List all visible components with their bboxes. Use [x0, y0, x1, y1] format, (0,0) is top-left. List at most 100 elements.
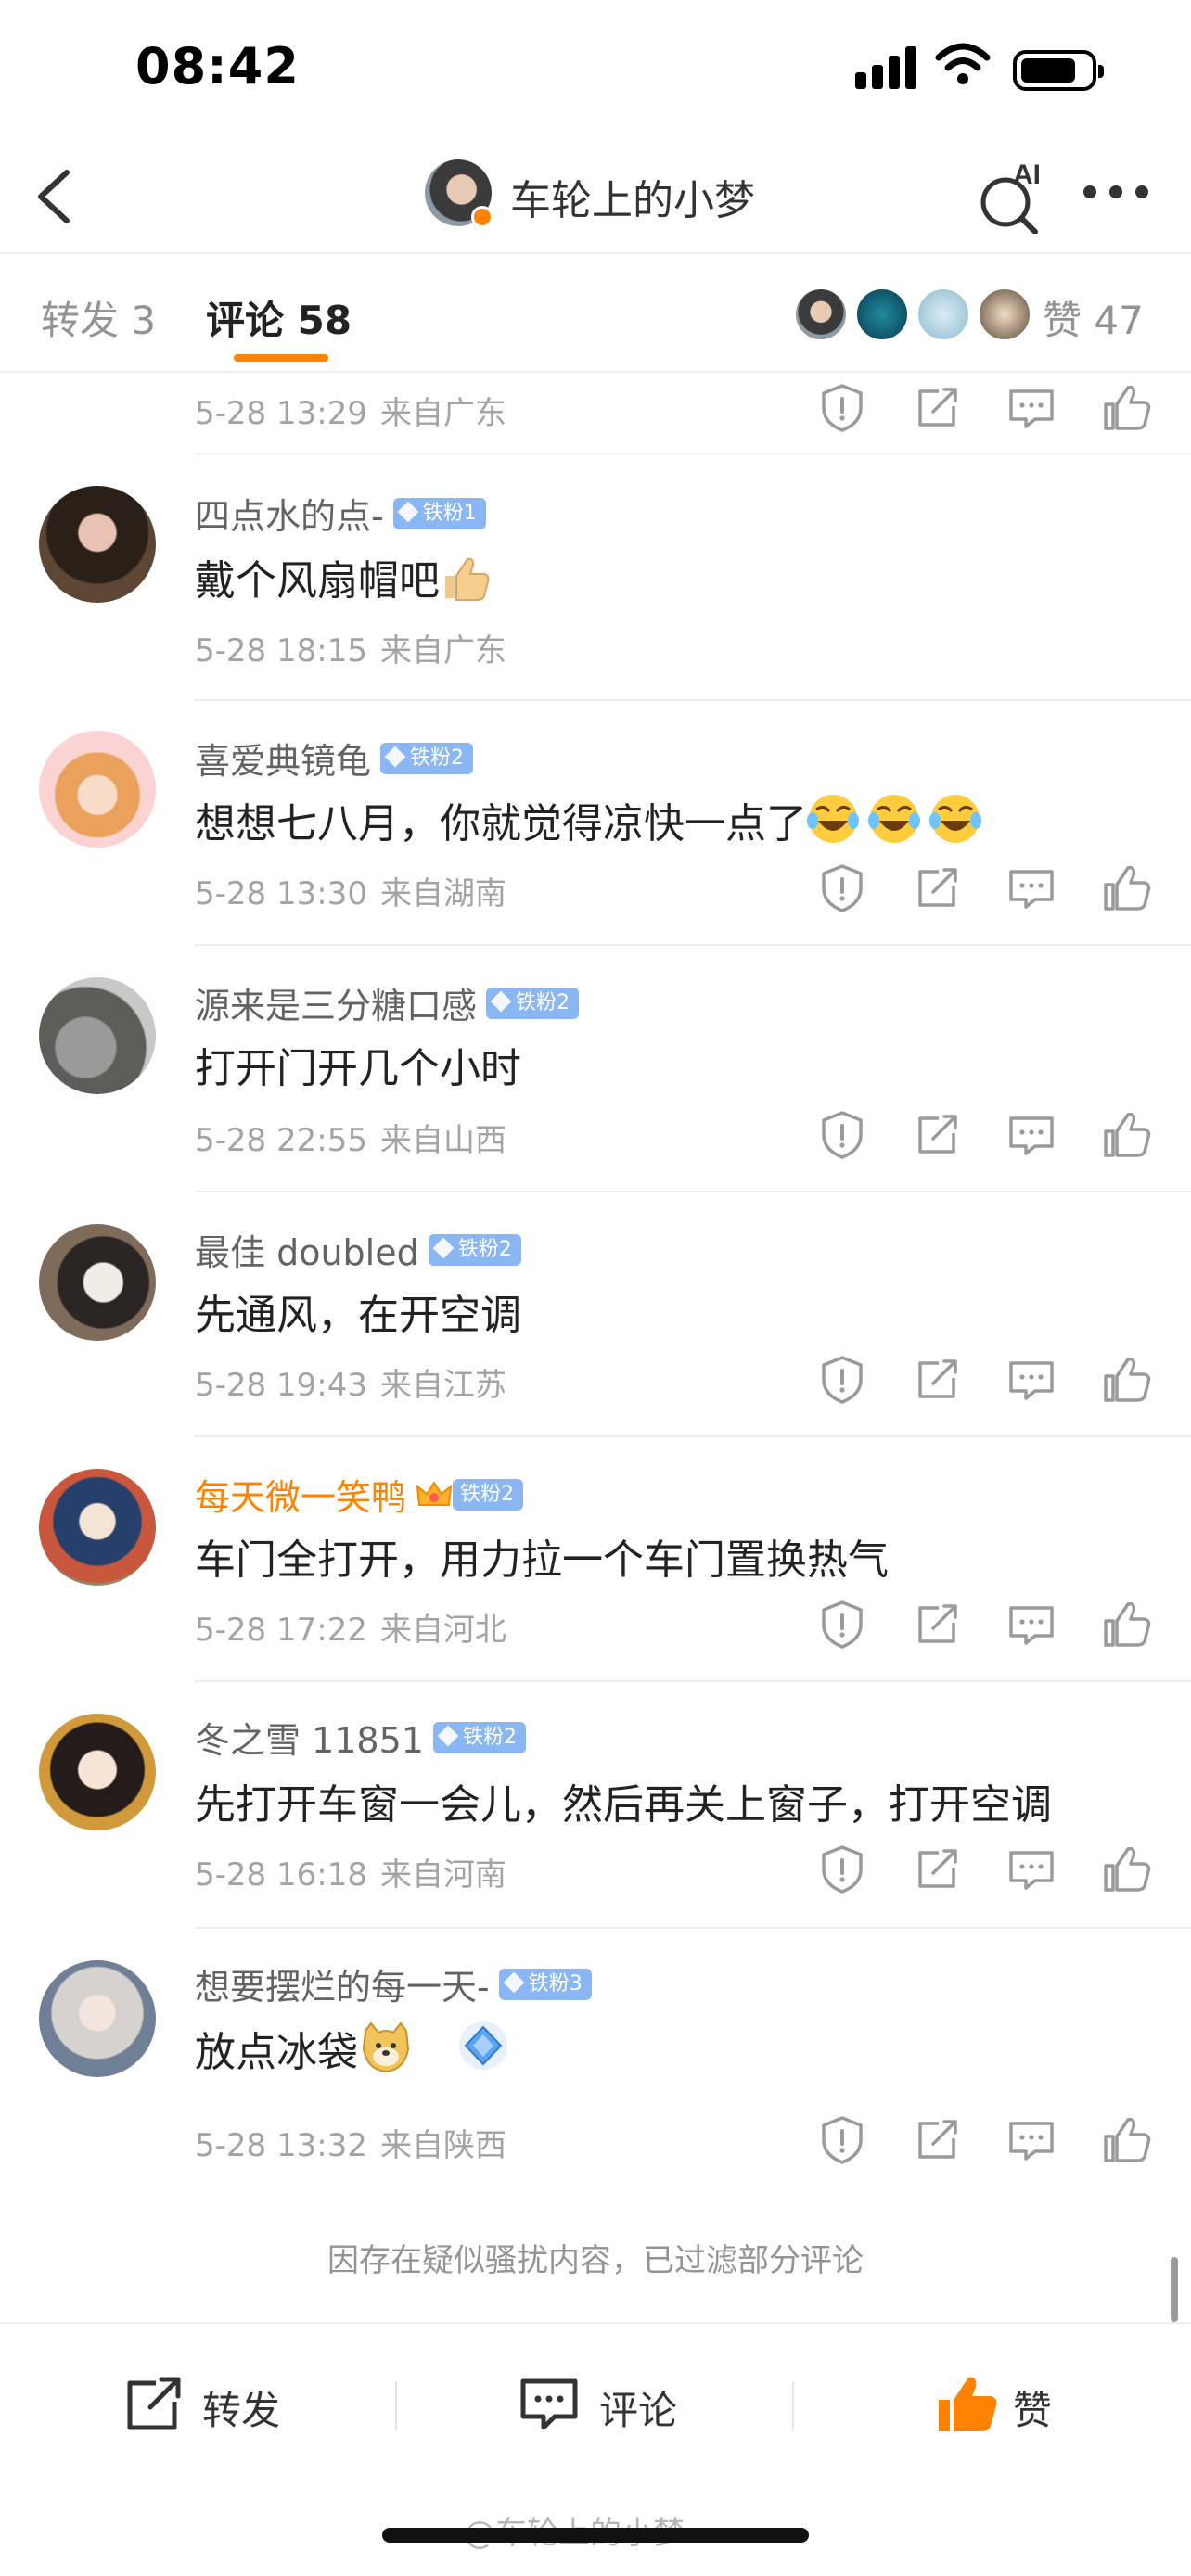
like-comment-button[interactable] [1100, 1599, 1152, 1651]
active-tab-indicator [234, 354, 328, 362]
comment-text: 打开门开几个小时 [195, 1045, 521, 1092]
home-indicator[interactable] [382, 2528, 809, 2543]
like-comment-button[interactable] [1100, 1354, 1152, 1406]
fan-badge: 铁粉2 [432, 1721, 526, 1753]
fan-badge: 铁粉2 [453, 1478, 524, 1511]
share-icon [911, 1115, 963, 1165]
author-name[interactable]: 车轮上的小梦 [510, 167, 755, 226]
tab-likes[interactable]: 赞 47 [1043, 289, 1144, 346]
commenter-name[interactable]: 四点水的点- [195, 496, 384, 537]
fan-badge: 铁粉3 [498, 1968, 592, 2000]
reply-button[interactable] [1005, 1354, 1057, 1406]
laughing-tears-emoji [807, 793, 985, 855]
comment-button[interactable]: 评论 [518, 2374, 703, 2435]
comment-avatar[interactable] [39, 1469, 156, 1586]
liker-avatar [916, 287, 970, 341]
report-icon [816, 2116, 868, 2170]
share-icon [911, 1849, 963, 1899]
share-button[interactable] [911, 382, 963, 434]
tab-comments[interactable]: 评论 58 [206, 289, 352, 346]
commenter-name[interactable]: 每天微一笑鸭 [195, 1477, 406, 1518]
thumbs-up-emoji [440, 555, 492, 612]
comment-avatar[interactable] [39, 977, 156, 1094]
reply-icon [1005, 1606, 1057, 1654]
comment-date: 5-28 13:32 [195, 2127, 367, 2164]
like-icon [1100, 1846, 1152, 1899]
comment-text: 先打开车窗一会儿，然后再关上窗子，打开空调 [195, 1781, 1052, 1829]
reply-button[interactable] [1005, 1843, 1057, 1895]
fan-badge: 铁粉2 [486, 987, 580, 1019]
comment-avatar[interactable] [39, 731, 156, 848]
comment-date: 5-28 13:29 [195, 395, 367, 432]
comment-avatar[interactable] [39, 1224, 156, 1341]
like-icon [1100, 385, 1152, 438]
comment-item: 四点水的点- 铁粉1 戴个风扇帽吧 5-28 18:15 来自广东 [0, 454, 1191, 701]
report-icon [816, 1111, 868, 1165]
commenter-name[interactable]: 喜爱典镜龟 [195, 741, 371, 782]
report-icon [816, 384, 868, 438]
tab-repost[interactable]: 转发 3 [41, 289, 156, 346]
liker-avatar [794, 287, 848, 341]
comment-icon [520, 2378, 578, 2430]
commenter-name[interactable]: 源来是三分糖口感 [195, 986, 477, 1027]
like-comment-button[interactable] [1100, 1109, 1152, 1161]
comment-item: 喜爱典镜龟 铁粉2 想想七八月，你就觉得凉快一点了 5-28 13:30 来自湖南 [0, 701, 1191, 946]
share-button[interactable] [911, 1354, 963, 1406]
ai-search-button[interactable]: AI [978, 159, 1048, 234]
like-comment-button[interactable] [1100, 2114, 1152, 2166]
report-button[interactable] [816, 1354, 868, 1406]
commenter-name[interactable]: 冬之雪 11851 [195, 1720, 424, 1761]
reply-button[interactable] [1005, 1599, 1057, 1651]
more-options-button[interactable] [1083, 184, 1148, 202]
share-button[interactable] [911, 1843, 963, 1895]
comment-item: 每天微一笑鸭 铁粉2 车门全打开，用力拉一个车门置换热气 5-28 17:22 来自… [0, 1437, 1191, 1682]
diamond-icon [437, 1725, 459, 1746]
report-button[interactable] [816, 862, 868, 914]
like-icon [1100, 1357, 1152, 1409]
comment-date: 5-28 13:30 [195, 875, 367, 912]
report-button[interactable] [816, 1109, 868, 1161]
reply-button[interactable] [1005, 1109, 1057, 1161]
reply-button[interactable] [1005, 2114, 1057, 2166]
comment-location: 来自山西 [379, 1122, 506, 1159]
repost-label: 转发 [202, 2388, 281, 2433]
comment-date: 5-28 22:55 [195, 1122, 367, 1159]
comment-avatar[interactable] [39, 1714, 156, 1830]
report-button[interactable] [816, 1599, 868, 1651]
reply-icon [1005, 2122, 1057, 2170]
back-button[interactable] [26, 165, 82, 228]
scrollbar[interactable] [1171, 2257, 1178, 2322]
diamond-icon [490, 990, 512, 1012]
reply-button[interactable] [1005, 862, 1057, 914]
share-button[interactable] [911, 862, 963, 914]
comment-text: 放点冰袋 [195, 2018, 516, 2084]
commenter-name[interactable]: 想要摆烂的每一天- [195, 1967, 490, 2008]
reply-button[interactable] [1005, 382, 1057, 434]
commenter-name[interactable]: 最佳 doubled [195, 1232, 419, 1273]
comment-actions [816, 1354, 1152, 1406]
comment-avatar[interactable] [39, 1960, 156, 2077]
share-button[interactable] [911, 2114, 963, 2166]
status-time: 08:42 [135, 37, 300, 96]
comment-item: 源来是三分糖口感 铁粉2 打开门开几个小时 5-28 22:55 来自山西 [0, 946, 1191, 1192]
report-button[interactable] [816, 2114, 868, 2166]
comment-text: 车门全打开，用力拉一个车门置换热气 [195, 1537, 889, 1584]
fan-badge: 铁粉1 [392, 497, 486, 529]
repost-button[interactable]: 转发 [121, 2374, 306, 2435]
comment-location: 来自陕西 [379, 2127, 506, 2164]
comment-label: 评论 [599, 2388, 678, 2433]
share-button[interactable] [911, 1109, 963, 1161]
report-button[interactable] [816, 1843, 868, 1895]
share-icon [911, 868, 963, 918]
comment-actions [816, 862, 1152, 914]
share-button[interactable] [911, 1599, 963, 1651]
comment-actions [816, 2114, 1152, 2166]
like-comment-button[interactable] [1100, 1843, 1152, 1895]
comment-avatar[interactable] [39, 486, 156, 603]
report-button[interactable] [816, 382, 868, 434]
like-comment-button[interactable] [1100, 382, 1152, 434]
like-comment-button[interactable] [1100, 862, 1152, 914]
like-button[interactable]: 赞 [935, 2374, 1083, 2435]
fan-badge: 铁粉2 [380, 742, 474, 774]
comment-meta: 5-28 13:32 来自陕西 [195, 2120, 506, 2165]
